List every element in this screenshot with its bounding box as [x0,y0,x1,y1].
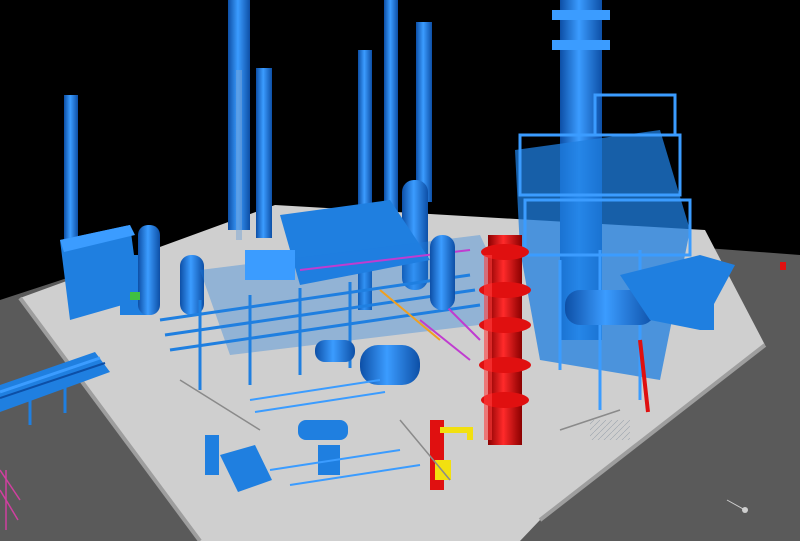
plant-3d-model[interactable] [0,0,800,541]
3d-viewport[interactable] [0,0,800,541]
left-furnace [60,95,204,320]
